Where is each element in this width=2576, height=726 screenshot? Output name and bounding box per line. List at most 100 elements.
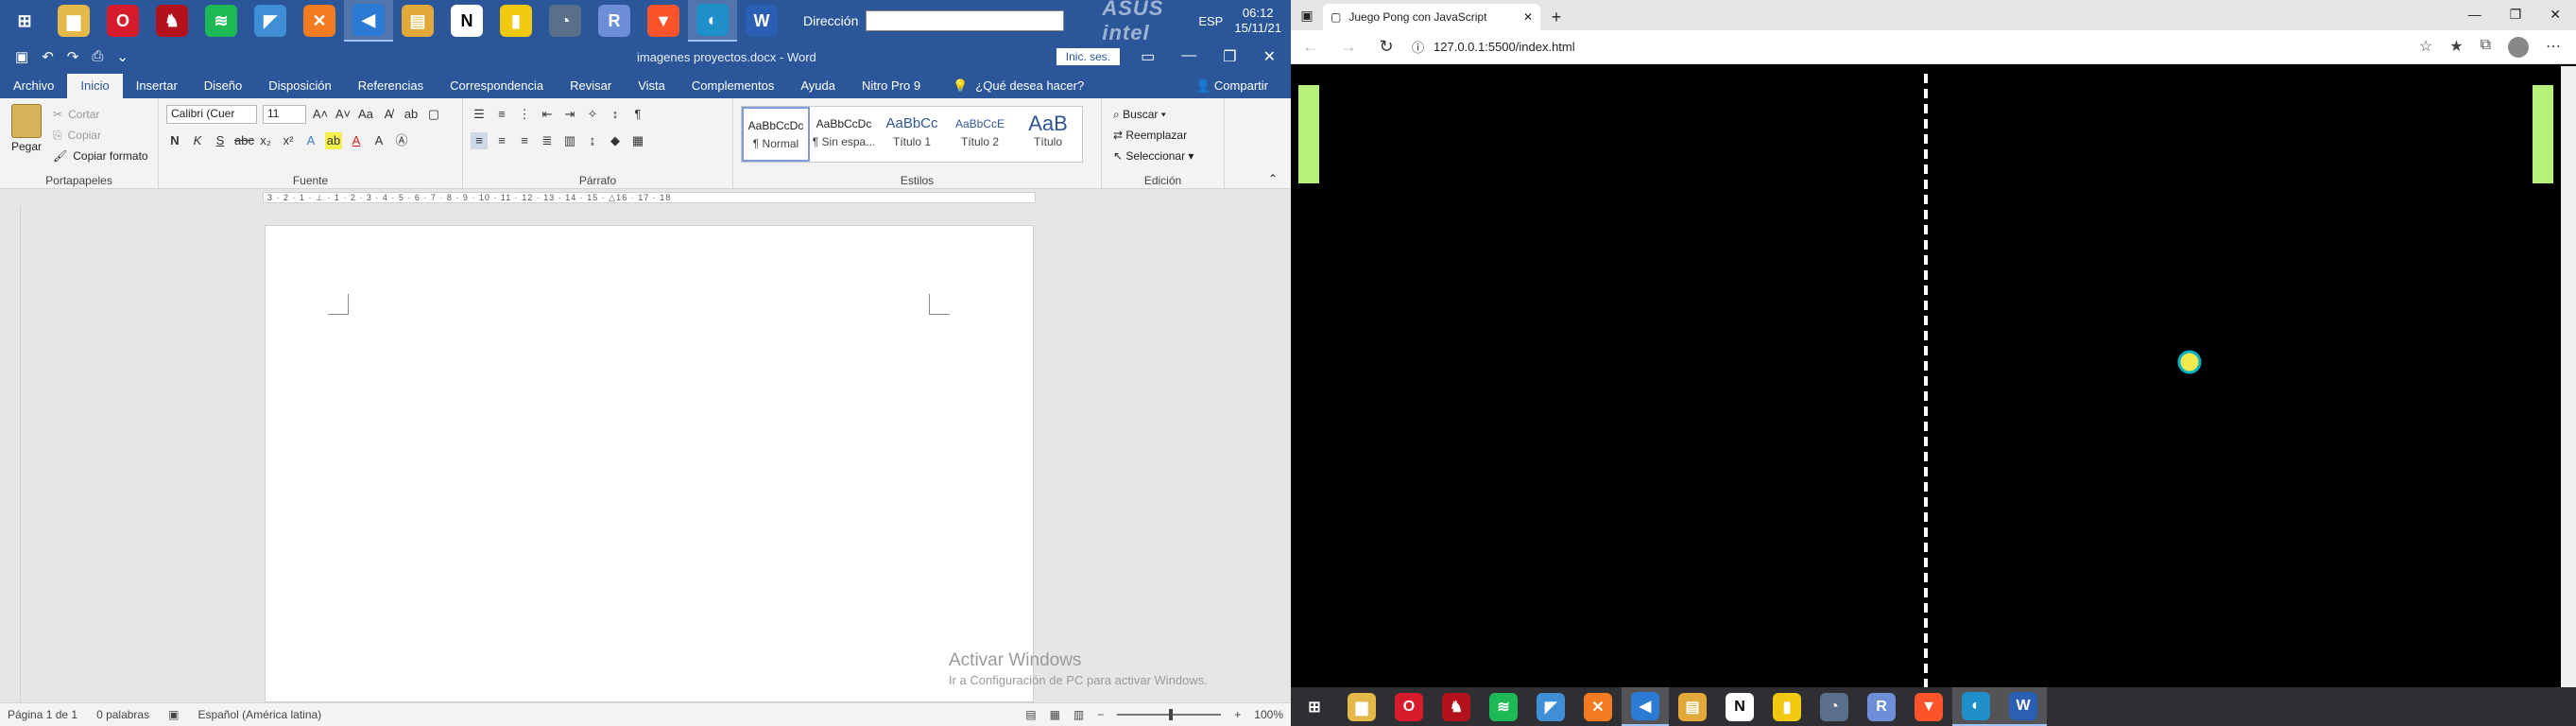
sort-icon[interactable]: ↕: [607, 106, 624, 123]
zoom-in-icon[interactable]: +: [1234, 708, 1241, 721]
subscript-icon[interactable]: x₂: [257, 132, 274, 149]
taskbar-r-language-button[interactable]: R: [590, 0, 639, 42]
save-icon[interactable]: ▣: [15, 48, 28, 65]
taskbar-game-launcher-button[interactable]: ♞: [147, 0, 197, 42]
style-tile[interactable]: AaBbCc Título 1: [878, 107, 946, 162]
zoom-level[interactable]: 100%: [1254, 708, 1283, 721]
collections-icon[interactable]: ⧉: [2481, 37, 2491, 58]
enclose-char-icon[interactable]: Ⓐ: [393, 132, 410, 149]
taskbar-file-manager-button[interactable]: ▤: [1669, 687, 1716, 726]
taskbar-word-button[interactable]: W: [2000, 687, 2047, 726]
paste-button[interactable]: Pegar: [8, 104, 45, 153]
taskbar-spotify-button[interactable]: ≋: [197, 0, 246, 42]
collapse-ribbon-icon[interactable]: ⌃: [1268, 98, 1291, 188]
highlight-icon[interactable]: ab: [325, 132, 342, 149]
style-tile[interactable]: AaBbCcE Título 2: [946, 107, 1014, 162]
taskbar-brave-browser-button[interactable]: ▼: [639, 0, 688, 42]
select-button[interactable]: ↖ Seleccionar ▾: [1113, 146, 1194, 166]
language-status[interactable]: Español (América latina): [197, 708, 321, 721]
char-shading-icon[interactable]: A: [370, 132, 387, 149]
taskbar-edge-browser-button[interactable]: ◐: [688, 0, 737, 42]
shrink-font-icon[interactable]: A˅: [335, 106, 352, 123]
decrease-indent-icon[interactable]: ⇤: [539, 106, 556, 123]
info-icon[interactable]: ⓘ: [1412, 38, 1424, 56]
format-painter-button[interactable]: 🖌 Copiar formato: [53, 146, 148, 166]
italic-icon[interactable]: K: [189, 132, 206, 149]
copy-button[interactable]: ⎘ Copiar: [53, 125, 148, 146]
asian-layout-icon[interactable]: ✧: [584, 106, 601, 123]
multilevel-list-icon[interactable]: ⋮: [516, 106, 533, 123]
taskbar-address-input[interactable]: [866, 10, 1065, 31]
align-center-icon[interactable]: ≡: [493, 132, 510, 149]
taskbar-vscode-button[interactable]: ◀: [1622, 687, 1669, 726]
customize-qat-icon[interactable]: ⌄: [116, 48, 129, 65]
new-tab-icon[interactable]: +: [1540, 4, 1572, 30]
minimize-icon[interactable]: —: [1181, 47, 1196, 66]
taskbar-game-launcher-button[interactable]: ♞: [1433, 687, 1480, 726]
taskbar-xampp-button[interactable]: ✕: [1574, 687, 1622, 726]
taskbar-notion-button[interactable]: N: [442, 0, 491, 42]
horizontal-ruler[interactable]: 3 · 2 · 1 · ⊥ · 1 · 2 · 3 · 4 · 5 · 6 · …: [0, 189, 1291, 206]
forward-icon[interactable]: →: [1336, 37, 1361, 57]
zoom-thumb[interactable]: [1169, 709, 1174, 720]
style-tile[interactable]: AaBbCcDc ¶ Sin espa...: [810, 107, 878, 162]
find-button[interactable]: ⌕ Buscar ▾: [1113, 104, 1194, 125]
tab-close-icon[interactable]: ✕: [1523, 10, 1533, 24]
zoom-out-icon[interactable]: −: [1097, 708, 1104, 721]
phonetic-icon[interactable]: ab: [403, 106, 420, 123]
borders-icon[interactable]: ▦: [629, 132, 646, 149]
taskbar-vscode-button[interactable]: ◀: [344, 0, 393, 42]
taskbar-word-button[interactable]: W: [737, 0, 786, 42]
close-icon[interactable]: ✕: [1263, 47, 1276, 66]
taskbar-file-manager-button[interactable]: ▤: [393, 0, 442, 42]
close-icon[interactable]: ✕: [2550, 7, 2561, 23]
align-right-icon[interactable]: ≡: [516, 132, 533, 149]
taskbar-opera-browser-button[interactable]: O: [98, 0, 147, 42]
tab-vista[interactable]: Vista: [625, 74, 678, 98]
redo-icon[interactable]: ↷: [67, 48, 79, 65]
taskbar-xampp-button[interactable]: ✕: [295, 0, 344, 42]
taskbar-opera-browser-button[interactable]: O: [1385, 687, 1433, 726]
more-icon[interactable]: ⋯: [2546, 37, 2561, 58]
ribbon-display-icon[interactable]: ▭: [1141, 47, 1155, 66]
change-case-icon[interactable]: Aa: [357, 106, 374, 123]
font-color-icon[interactable]: A: [348, 132, 365, 149]
vertical-ruler[interactable]: [0, 206, 21, 702]
add-favorite-icon[interactable]: ☆: [2419, 37, 2432, 58]
bold-icon[interactable]: N: [166, 132, 183, 149]
font-size-select[interactable]: 11: [263, 105, 306, 124]
restore-icon[interactable]: ❐: [1223, 47, 1236, 66]
taskbar-vpn-app-button[interactable]: ◔: [541, 0, 590, 42]
taskbar-vpn-app-button[interactable]: ◔: [1811, 687, 1858, 726]
taskbar-file-explorer-button[interactable]: ▆: [49, 0, 98, 42]
word-count[interactable]: 0 palabras: [96, 708, 149, 721]
web-layout-icon[interactable]: ▥: [1073, 708, 1084, 721]
undo-icon[interactable]: ↶: [42, 48, 54, 65]
font-family-select[interactable]: Calibri (Cuer: [166, 105, 257, 124]
page-count[interactable]: Página 1 de 1: [8, 708, 77, 721]
underline-icon[interactable]: S: [212, 132, 229, 149]
taskbar-edge-browser-button[interactable]: ◐: [1952, 687, 2000, 726]
shading-icon[interactable]: ◆: [607, 132, 624, 149]
char-border-icon[interactable]: ▢: [425, 106, 442, 123]
taskbar-power-bi-button[interactable]: ▮: [491, 0, 541, 42]
taskbar-brave-browser-button[interactable]: ▼: [1905, 687, 1952, 726]
grow-font-icon[interactable]: A˄: [312, 106, 329, 123]
taskbar-notion-button[interactable]: N: [1716, 687, 1763, 726]
taskbar-sublime-app-button[interactable]: ◤: [246, 0, 295, 42]
language-indicator[interactable]: ESP: [1198, 14, 1223, 28]
tab-diseño[interactable]: Diseño: [191, 74, 255, 98]
taskbar-spotify-button[interactable]: ≋: [1480, 687, 1527, 726]
tab-complementos[interactable]: Complementos: [678, 74, 787, 98]
browser-scrollbar[interactable]: [2561, 66, 2576, 687]
tab-disposición[interactable]: Disposición: [255, 74, 344, 98]
text-effects-icon[interactable]: A: [302, 132, 319, 149]
focus-mode-icon[interactable]: ▤: [1025, 708, 1036, 721]
tab-correspondencia[interactable]: Correspondencia: [437, 74, 557, 98]
tab-actions-icon[interactable]: ▣: [1291, 0, 1323, 30]
distributed-icon[interactable]: ▥: [561, 132, 578, 149]
tell-me-search[interactable]: 💡 ¿Qué desea hacer?: [953, 74, 1084, 98]
align-left-icon[interactable]: ≡: [471, 132, 488, 149]
clock[interactable]: 06:12 15/11/21: [1234, 6, 1281, 36]
restore-icon[interactable]: ❐: [2510, 7, 2522, 23]
